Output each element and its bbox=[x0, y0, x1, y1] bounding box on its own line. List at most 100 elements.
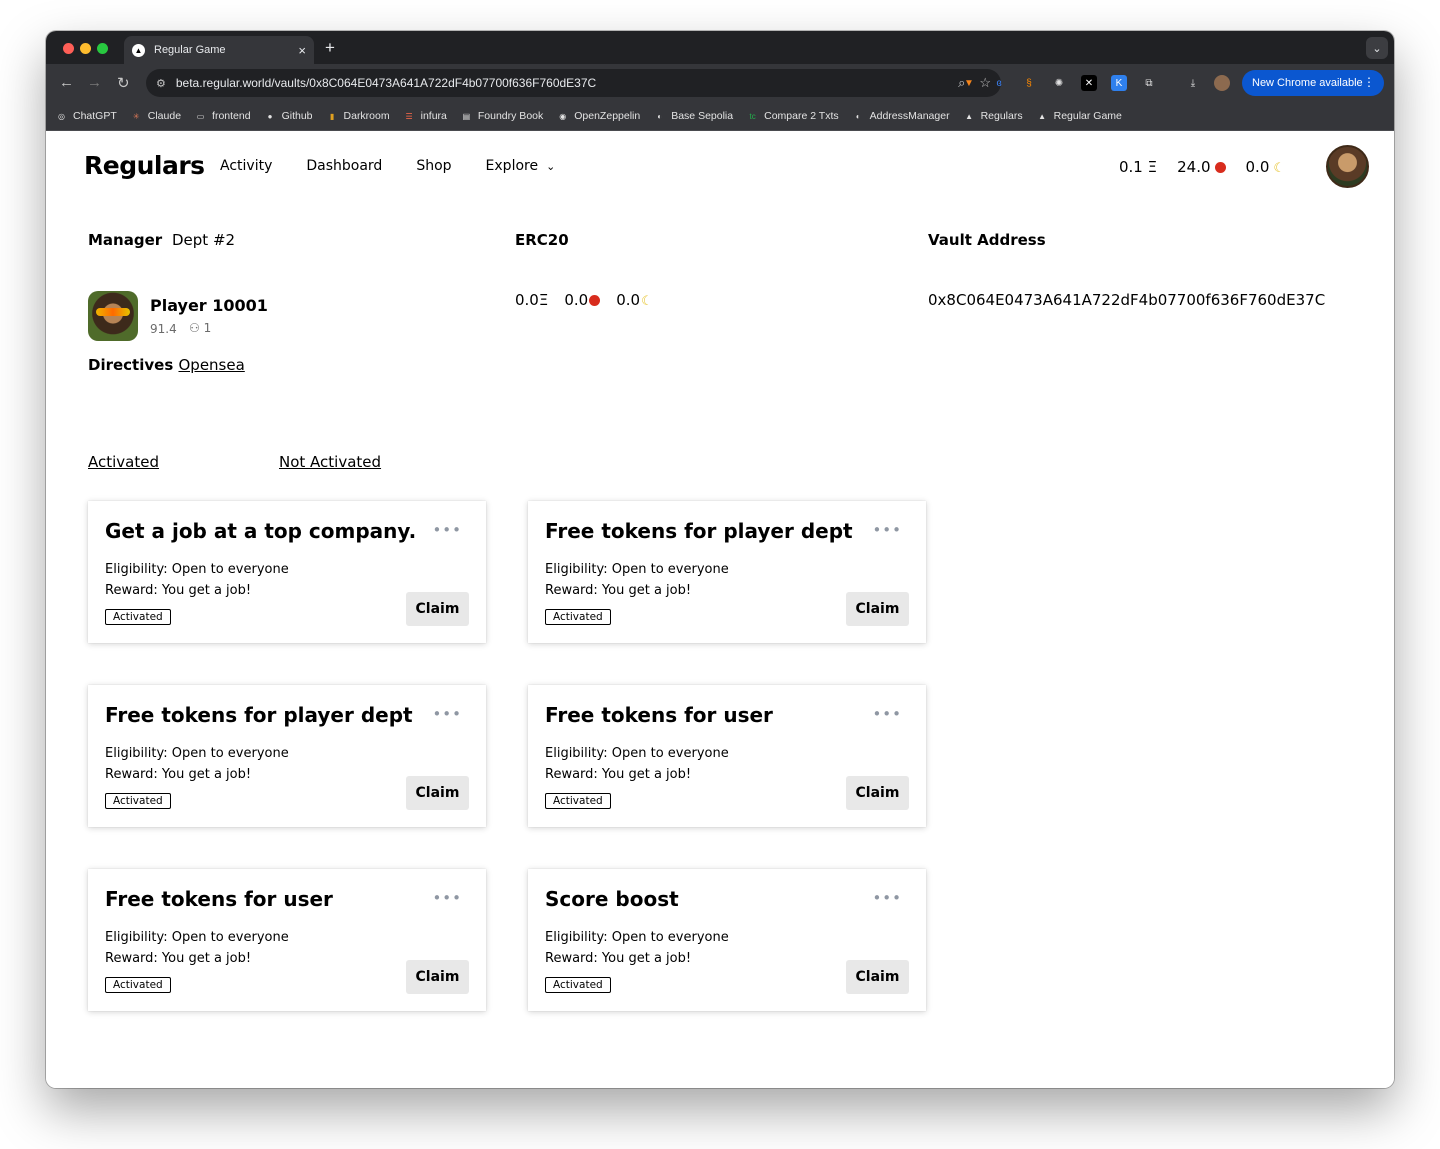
claim-button[interactable]: Claim bbox=[846, 592, 909, 626]
more-options-icon[interactable]: ••• bbox=[872, 705, 902, 723]
status-badge: Activated bbox=[105, 977, 171, 993]
forward-arrow-icon[interactable]: → bbox=[87, 74, 102, 91]
claim-button[interactable]: Claim bbox=[406, 776, 469, 810]
tab-search-chevron-icon[interactable]: ⌄ bbox=[1366, 37, 1388, 59]
more-options-icon[interactable]: ••• bbox=[872, 521, 902, 539]
claim-button[interactable]: Claim bbox=[406, 960, 469, 994]
banana-balance: 0.0 ☾ bbox=[1246, 158, 1286, 176]
card-eligibility: Eligibility: Open to everyone bbox=[545, 746, 729, 761]
brand-logo[interactable]: Regulars bbox=[84, 151, 205, 180]
github-icon: ● bbox=[267, 111, 273, 121]
close-window-button[interactable] bbox=[63, 43, 74, 54]
bookmark-label: Compare 2 Txts bbox=[764, 110, 839, 122]
extensions-puzzle-icon[interactable]: ⧉ bbox=[1141, 75, 1157, 91]
bookmark-item[interactable]: ☰ infura bbox=[404, 110, 447, 122]
bookmark-item[interactable]: ◐ AddressManager bbox=[853, 110, 950, 122]
bookmark-label: Foundry Book bbox=[477, 110, 544, 122]
card-title: Free tokens for user bbox=[545, 703, 773, 727]
claim-button[interactable]: Claim bbox=[846, 776, 909, 810]
back-arrow-icon[interactable]: ← bbox=[59, 74, 74, 91]
bookmark-item[interactable]: ▲ Regular Game bbox=[1037, 110, 1122, 122]
bookmark-label: frontend bbox=[212, 110, 251, 122]
card-reward: Reward: You get a job! bbox=[545, 951, 692, 966]
card-reward: Reward: You get a job! bbox=[545, 767, 692, 782]
maximize-window-button[interactable] bbox=[97, 43, 108, 54]
bookmark-item[interactable]: ▤ Foundry Book bbox=[461, 110, 544, 122]
reload-icon[interactable]: ↻ bbox=[117, 74, 130, 92]
bookmark-label: ChatGPT bbox=[73, 110, 117, 122]
opensea-link[interactable]: Opensea bbox=[178, 356, 244, 374]
bookmark-label: Darkroom bbox=[343, 110, 390, 122]
bookmark-label: OpenZeppelin bbox=[574, 110, 641, 122]
bookmark-item[interactable]: ▭ frontend bbox=[195, 110, 251, 122]
react-devtools-icon[interactable]: ✺ bbox=[1051, 75, 1067, 91]
status-badge: Activated bbox=[545, 609, 611, 625]
more-options-icon[interactable]: ••• bbox=[432, 889, 462, 907]
nav-explore[interactable]: Explore ⌄ bbox=[486, 158, 556, 174]
apple-balance: 24.0 bbox=[1177, 158, 1226, 176]
player-name[interactable]: Player 10001 bbox=[150, 296, 268, 315]
book-icon: ▤ bbox=[462, 111, 471, 121]
nav-activity[interactable]: Activity bbox=[220, 158, 272, 174]
filter-not-activated[interactable]: Not Activated bbox=[279, 453, 381, 471]
bookmark-label: Regular Game bbox=[1053, 110, 1122, 122]
more-options-icon[interactable]: ••• bbox=[432, 521, 462, 539]
directive-card: Free tokens for user ••• Eligibility: Open… bbox=[528, 685, 926, 827]
banana-balance-value: 0.0 bbox=[1245, 158, 1270, 176]
bookmark-item[interactable]: ◎ ChatGPT bbox=[56, 110, 117, 122]
compare-icon: tc bbox=[749, 111, 756, 121]
extension-88-icon[interactable]: ɞ bbox=[991, 75, 1007, 91]
kebab-menu-icon[interactable]: ⋮ bbox=[1363, 75, 1375, 89]
bookmark-item[interactable]: ✳ Claude bbox=[131, 110, 181, 122]
regulars-icon: ▲ bbox=[965, 111, 974, 121]
metamask-extension-icon[interactable]: ▼ bbox=[961, 75, 977, 91]
address-bar[interactable]: ⚙ beta.regular.world/vaults/0x8C064E0473… bbox=[146, 69, 1001, 97]
base-icon: ◐ bbox=[657, 111, 663, 121]
new-tab-button[interactable]: + bbox=[325, 38, 335, 58]
nav-shop[interactable]: Shop bbox=[416, 158, 451, 174]
more-options-icon[interactable]: ••• bbox=[432, 705, 462, 723]
bookmark-item[interactable]: tc Compare 2 Txts bbox=[747, 110, 839, 122]
card-title: Free tokens for user bbox=[105, 887, 333, 911]
download-icon[interactable]: ⤓ bbox=[1185, 75, 1201, 91]
status-badge: Activated bbox=[105, 793, 171, 809]
bookmark-label: Claude bbox=[147, 110, 182, 122]
x-extension-icon[interactable]: ✕ bbox=[1081, 75, 1097, 91]
bookmark-item[interactable]: ◉ OpenZeppelin bbox=[557, 110, 640, 122]
bookmark-star-icon[interactable]: ☆ bbox=[979, 75, 991, 91]
nav-dashboard[interactable]: Dashboard bbox=[306, 158, 382, 174]
player-members: ⚇ 1 bbox=[189, 321, 211, 335]
bookmark-item[interactable]: ▲ Regulars bbox=[964, 110, 1023, 122]
apple-icon bbox=[1214, 162, 1226, 173]
card-title: Free tokens for player dept bbox=[105, 703, 413, 727]
filter-activated[interactable]: Activated bbox=[88, 453, 159, 471]
directive-card: Free tokens for player dept ••• Eligibilit… bbox=[528, 501, 926, 643]
user-avatar[interactable] bbox=[1326, 145, 1369, 188]
tab-close-icon[interactable]: × bbox=[298, 43, 306, 58]
bookmark-item[interactable]: ◐ Base Sepolia bbox=[654, 110, 733, 122]
card-eligibility: Eligibility: Open to everyone bbox=[545, 930, 729, 945]
browser-tab[interactable]: ▲ Regular Game × bbox=[124, 36, 314, 64]
minimize-window-button[interactable] bbox=[80, 43, 91, 54]
apple-balance-value: 24.0 bbox=[1177, 158, 1211, 176]
claim-button[interactable]: Claim bbox=[846, 960, 909, 994]
profile-avatar-icon[interactable] bbox=[1214, 75, 1230, 91]
banana-icon: ☾ bbox=[641, 294, 653, 309]
visor-graphic bbox=[96, 308, 130, 316]
claim-button[interactable]: Claim bbox=[406, 592, 469, 626]
status-badge: Activated bbox=[545, 977, 611, 993]
nav-explore-label: Explore bbox=[485, 158, 539, 174]
bookmark-item[interactable]: ● Github bbox=[265, 110, 313, 122]
bookmark-item[interactable]: ▮ Darkroom bbox=[327, 110, 390, 122]
card-title: Score boost bbox=[545, 887, 679, 911]
extension-s-icon[interactable]: § bbox=[1021, 75, 1037, 91]
url-text[interactable]: beta.regular.world/vaults/0x8C064E0473A6… bbox=[176, 76, 944, 90]
more-options-icon[interactable]: ••• bbox=[872, 889, 902, 907]
site-settings-icon[interactable]: ⚙ bbox=[156, 77, 166, 90]
k-extension-icon[interactable]: K bbox=[1111, 75, 1127, 91]
chrome-update-button[interactable]: New Chrome available ⋮ bbox=[1242, 70, 1384, 96]
directives-heading: Directives Opensea bbox=[88, 356, 245, 374]
darkroom-icon: ▮ bbox=[329, 111, 335, 121]
player-avatar[interactable] bbox=[88, 291, 138, 341]
card-eligibility: Eligibility: Open to everyone bbox=[105, 746, 289, 761]
